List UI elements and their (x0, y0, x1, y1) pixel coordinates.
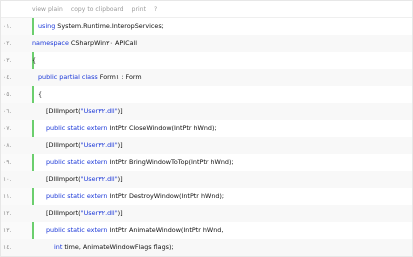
keyword-token: partial (59, 73, 82, 81)
keyword-token: static (67, 158, 87, 166)
string-token: "User٣٢.dll" (80, 141, 118, 149)
code-text: public static extern IntPtr BringWindowT… (46, 154, 234, 171)
string-token: "User٣٢.dll" (80, 175, 118, 183)
code-text: [DllImport("User٣٢.dll")] (46, 137, 123, 154)
code-text: { (38, 86, 42, 103)
line-number: ٠٢. (3, 40, 12, 47)
line-number: ٠٥. (3, 91, 12, 98)
code-text: using System.Runtime.InteropServices; (38, 18, 164, 35)
string-token: "User٣٢.dll" (80, 209, 118, 217)
plain-token: IntPtr BringWindowToTop(IntPtr hWnd); (109, 158, 234, 166)
keyword-token: static (67, 192, 87, 200)
keyword-token: public (38, 73, 60, 81)
code-text: [DllImport("User٣٢.dll")] (46, 103, 123, 120)
plain-token: Form١ : Form (99, 73, 142, 81)
plain-token: [DllImport( (46, 107, 81, 115)
line-number: ٠٣. (3, 57, 12, 64)
line-number: ٠٤. (3, 74, 12, 81)
line-number: ١٠. (3, 176, 12, 183)
line-number: ١١. (3, 193, 12, 200)
code-line: ٠١. using System.Runtime.InteropServices; (1, 18, 412, 35)
code-text: { (32, 52, 36, 69)
code-line: ٠٧. public static extern IntPtr CloseWind… (1, 120, 412, 137)
code-line: ٠٥. { (1, 86, 412, 103)
line-number: ٠٦. (3, 108, 12, 115)
code-line: ٠٩. public static extern IntPtr BringWind… (1, 154, 412, 171)
line-number: ٠١. (3, 23, 12, 30)
keyword-token: extern (86, 158, 110, 166)
keyword-token: extern (86, 192, 110, 200)
keyword-token: public (46, 226, 68, 234)
print-link[interactable]: print (132, 6, 146, 13)
code-line: ١٠. [DllImport("User٣٢.dll")] (1, 171, 412, 188)
line-number: ٠٨. (3, 142, 12, 149)
code-line: ٠٦. [DllImport("User٣٢.dll")] (1, 103, 412, 120)
plain-token: CSharpWin٢٠ APICall (70, 39, 138, 47)
code-viewer: view plain copy to clipboard print ? ٠١.… (0, 0, 413, 257)
code-text: public static extern IntPtr AnimateWindo… (46, 222, 223, 239)
keyword-token: static (67, 226, 87, 234)
keyword-token: class (81, 73, 100, 81)
plain-token: )] (117, 107, 123, 115)
code-line: ١٤. int time, AnimateWindowFlags flags); (1, 239, 412, 256)
code-text: [DllImport("User٣٢.dll")] (46, 205, 123, 222)
code-toolbar: view plain copy to clipboard print ? (1, 1, 412, 18)
code-block: ٠١. using System.Runtime.InteropServices;… (1, 18, 412, 256)
keyword-token: namespace (32, 39, 71, 47)
plain-token: )] (117, 209, 123, 217)
plain-token: IntPtr DestroyWindow(IntPtr hWnd); (109, 192, 225, 200)
code-text: [DllImport("User٣٢.dll")] (46, 171, 123, 188)
code-text: int time, AnimateWindowFlags flags); (54, 239, 174, 256)
code-line: ٠٢. namespace CSharpWin٢٠ APICall (1, 35, 412, 52)
copy-to-clipboard-link[interactable]: copy to clipboard (71, 6, 124, 13)
code-text: public static extern IntPtr CloseWindow(… (46, 120, 217, 137)
keyword-token: public (46, 124, 68, 132)
keyword-token: public (46, 192, 68, 200)
plain-token: { (38, 90, 43, 98)
plain-token: { (32, 56, 37, 64)
plain-token: )] (117, 175, 123, 183)
view-plain-link[interactable]: view plain (32, 6, 63, 13)
code-line: ١٢. [DllImport("User٣٢.dll")] (1, 205, 412, 222)
code-text: namespace CSharpWin٢٠ APICall (32, 35, 137, 52)
keyword-token: using (38, 22, 58, 30)
keyword-token: static (67, 124, 87, 132)
keyword-token: int (54, 243, 65, 251)
plain-token: System.Runtime.InteropServices; (57, 22, 164, 30)
plain-token: )] (117, 141, 123, 149)
code-line: ٠٤. public partial class Form١ : Form (1, 69, 412, 86)
code-line: ٠٣. { (1, 52, 412, 69)
plain-token: [DllImport( (46, 141, 81, 149)
line-number: ٠٧. (3, 125, 12, 132)
plain-token: IntPtr CloseWindow(IntPtr hWnd); (109, 124, 217, 132)
code-line: ١٣. public static extern IntPtr AnimateWi… (1, 222, 412, 239)
plain-token: IntPtr AnimateWindow(IntPtr hWnd, (109, 226, 224, 234)
line-number: ١٤. (3, 244, 12, 251)
code-text: public partial class Form١ : Form (38, 69, 142, 86)
code-line: ٠٨. [DllImport("User٣٢.dll")] (1, 137, 412, 154)
code-line: ١١. public static extern IntPtr DestroyWi… (1, 188, 412, 205)
line-number: ٠٩. (3, 159, 12, 166)
code-text: public static extern IntPtr DestroyWindo… (46, 188, 224, 205)
string-token: "User٣٢.dll" (80, 107, 118, 115)
keyword-token: public (46, 158, 68, 166)
line-number: ١٢. (3, 210, 12, 217)
keyword-token: extern (86, 124, 110, 132)
keyword-token: extern (86, 226, 110, 234)
line-number: ١٣. (3, 227, 12, 234)
plain-token: time, AnimateWindowFlags flags); (64, 243, 174, 251)
plain-token: [DllImport( (46, 209, 81, 217)
plain-token: [DllImport( (46, 175, 81, 183)
help-link[interactable]: ? (154, 6, 157, 13)
